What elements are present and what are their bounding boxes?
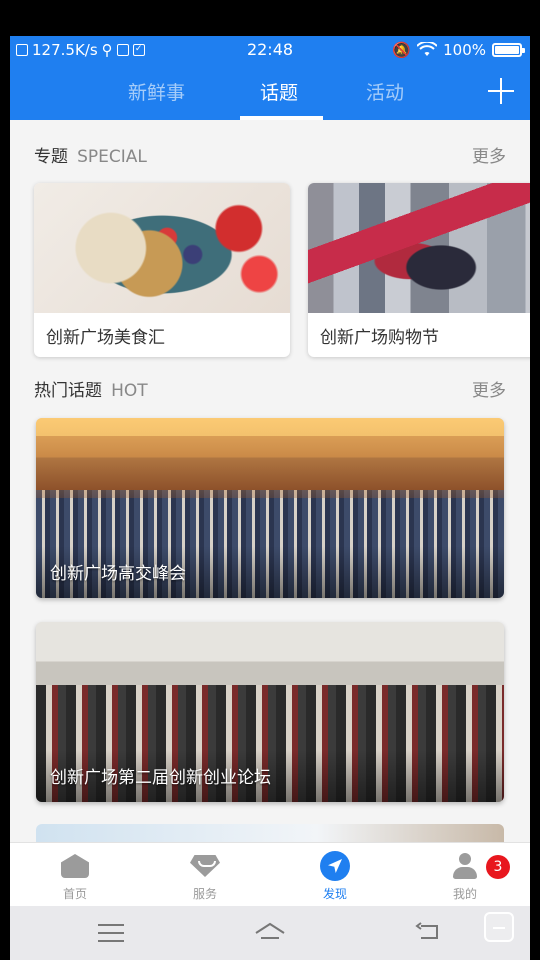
home-icon: [60, 851, 90, 881]
status-right: 🔕 100%: [392, 41, 525, 59]
special-more-link[interactable]: 更多: [472, 142, 506, 167]
screenshot-icon[interactable]: [484, 912, 514, 942]
system-nav-bar: [10, 906, 530, 960]
hot-title: 热门话题: [34, 381, 102, 401]
special-subtitle: SPECIAL: [77, 147, 147, 167]
nav-label: 发现: [322, 887, 347, 901]
active-tab-indicator: [240, 116, 323, 120]
special-card-caption: 创新广场美食汇: [46, 328, 165, 348]
tab-events[interactable]: 活动: [366, 78, 404, 105]
hot-card-caption: 创新广场高交峰会: [50, 564, 186, 584]
special-title: 专题: [34, 147, 68, 167]
user-icon: [450, 851, 480, 881]
hot-card-summit[interactable]: 创新广场高交峰会: [36, 418, 504, 598]
tab-news[interactable]: 新鲜事: [128, 78, 185, 105]
battery-percent: 100%: [443, 41, 486, 59]
hot-section-header: 热门话题 HOT 更多: [34, 376, 506, 401]
hot-more-link[interactable]: 更多: [472, 376, 506, 401]
hot-card-caption: 创新广场第二届创新创业论坛: [50, 768, 271, 788]
conference-hall-image: [36, 418, 504, 498]
nav-service[interactable]: 服务: [140, 843, 270, 907]
top-tab-bar: 新鲜事 话题 活动: [10, 64, 530, 120]
app-screen: 127.5K/s ⚲ ✓ 22:48 🔕 100% 新鲜事 话题 活动 专题 S…: [10, 36, 530, 960]
nav-label: 服务: [192, 887, 217, 901]
nav-label: 首页: [62, 887, 87, 901]
nav-home[interactable]: 首页: [10, 843, 140, 907]
status-bar: 127.5K/s ⚲ ✓ 22:48 🔕 100%: [10, 36, 530, 64]
nav-discover[interactable]: 发现: [270, 843, 400, 907]
nav-mine[interactable]: 我的: [400, 843, 530, 907]
plus-icon[interactable]: [486, 76, 516, 106]
shopping-image: [308, 183, 530, 313]
hot-subtitle: HOT: [111, 381, 148, 401]
menu-icon[interactable]: [98, 924, 124, 942]
special-section-header: 专题 SPECIAL 更多: [34, 142, 506, 167]
discover-icon: [320, 851, 350, 881]
food-image: [34, 183, 290, 313]
home-key-icon[interactable]: [253, 920, 287, 946]
mute-icon: 🔕: [392, 41, 412, 59]
special-card-caption: 创新广场购物节: [320, 328, 439, 348]
battery-icon: [492, 43, 525, 57]
wifi-icon: [417, 42, 438, 56]
service-icon: [190, 851, 220, 881]
special-card-food[interactable]: 创新广场美食汇: [34, 183, 290, 357]
tab-topics[interactable]: 话题: [260, 78, 298, 105]
back-icon[interactable]: [415, 922, 441, 942]
notification-badge: 3: [486, 855, 510, 879]
bottom-nav: 首页 服务 发现 我的 3: [10, 842, 530, 906]
special-card-shopping[interactable]: 创新广场购物节: [308, 183, 530, 357]
nav-label: 我的: [452, 887, 477, 901]
hot-card-forum[interactable]: 创新广场第二届创新创业论坛: [36, 622, 504, 802]
